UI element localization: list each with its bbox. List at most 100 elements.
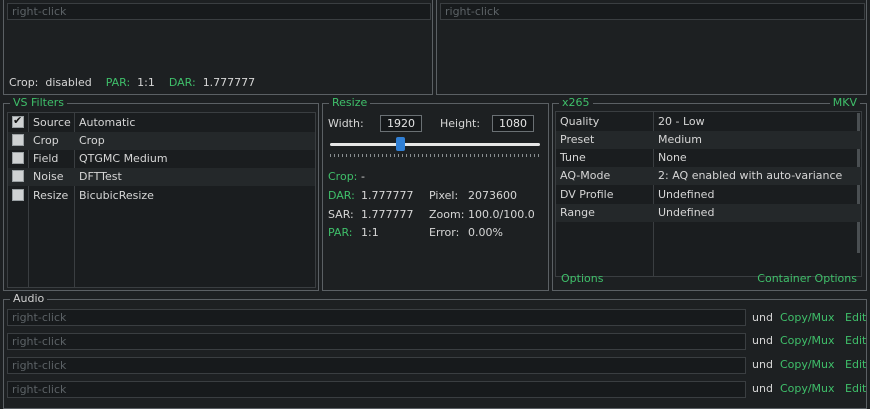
encoder-row-range[interactable]: Range Undefined: [556, 204, 861, 222]
container-title[interactable]: MKV: [829, 97, 860, 109]
error-value: 0.00%: [468, 226, 503, 239]
filter-row-field[interactable]: Field QTGMC Medium: [8, 150, 315, 168]
par-value: 1:1: [361, 226, 379, 239]
filter-row-resize[interactable]: Resize BicubicResize: [8, 187, 315, 205]
audio-file-field[interactable]: right-click: [7, 357, 746, 374]
options-link[interactable]: Options: [561, 272, 603, 285]
height-input[interactable]: 1080: [492, 115, 534, 132]
slider-ticks: [330, 154, 540, 157]
width-label: Width:: [328, 117, 364, 130]
audio-language[interactable]: und: [752, 358, 773, 371]
option-value: 2: AQ enabled with auto-variance: [658, 169, 843, 182]
encoder-row-preset[interactable]: Preset Medium: [556, 131, 861, 149]
option-key: Quality: [560, 115, 600, 128]
audio-track-controls: und Copy/Mux Edit: [752, 334, 866, 347]
audio-language[interactable]: und: [752, 334, 773, 347]
filter-row-crop[interactable]: Crop Crop: [8, 132, 315, 150]
resize-slider[interactable]: [330, 136, 540, 160]
audio-group: Audio right-click und Copy/Mux Edit righ…: [3, 293, 867, 409]
encoder-row-tune[interactable]: Tune None: [556, 149, 861, 167]
filter-name: QTGMC Medium: [79, 152, 168, 165]
vs-filters-list[interactable]: Source Automatic Crop Crop Field QTGMC M…: [7, 112, 316, 288]
audio-file-field[interactable]: right-click: [7, 333, 746, 350]
filter-checkbox-field[interactable]: [12, 152, 24, 164]
audio-edit-link[interactable]: Edit: [845, 382, 866, 395]
audio-file-field[interactable]: right-click: [7, 309, 746, 326]
filter-row-source[interactable]: Source Automatic: [8, 114, 315, 132]
encoder-options-list[interactable]: Quality 20 - Low Preset Medium Tune None…: [555, 111, 862, 277]
slider-handle[interactable]: [396, 137, 405, 151]
filter-category: Field: [33, 152, 59, 165]
par-value: 1:1: [137, 76, 155, 89]
sar-value: 1.777777: [361, 208, 414, 221]
option-key: AQ-Mode: [560, 169, 611, 182]
audio-action-link[interactable]: Copy/Mux: [780, 358, 835, 371]
filter-category: Resize: [33, 189, 69, 202]
option-value: Medium: [658, 133, 702, 146]
option-value: 20 - Low: [658, 115, 705, 128]
encoder-row-aq-mode[interactable]: AQ-Mode 2: AQ enabled with auto-variance: [556, 167, 861, 185]
encoder-group: x265 MKV Quality 20 - Low Preset Medium …: [552, 97, 867, 291]
width-input[interactable]: 1920: [380, 115, 422, 132]
audio-edit-link[interactable]: Edit: [845, 311, 866, 324]
option-key: Range: [560, 206, 595, 219]
audio-action-link[interactable]: Copy/Mux: [780, 311, 835, 324]
crop-label[interactable]: Crop:: [328, 170, 357, 183]
crop-value: disabled: [45, 76, 92, 89]
filter-checkbox-source[interactable]: [12, 114, 24, 128]
source-path-field[interactable]: right-click: [7, 3, 431, 20]
target-path-field[interactable]: right-click: [440, 3, 865, 20]
audio-edit-link[interactable]: Edit: [845, 334, 866, 347]
target-group: right-click: [436, 0, 867, 95]
filter-checkbox-crop[interactable]: [12, 134, 24, 146]
audio-language[interactable]: und: [752, 382, 773, 395]
encoder-row-dv-profile[interactable]: DV Profile Undefined: [556, 186, 861, 204]
filter-category: Noise: [33, 170, 64, 183]
filter-name: Automatic: [79, 116, 136, 129]
crop-info-line: Crop: disabled PAR: 1:1 DAR: 1.777777: [9, 76, 255, 89]
par-label[interactable]: PAR:: [328, 226, 352, 239]
resize-group: Resize Width: 1920 Height: 1080 Crop: - …: [322, 97, 549, 291]
resize-title: Resize: [329, 97, 371, 109]
option-value: None: [658, 151, 687, 164]
option-value: Undefined: [658, 188, 715, 201]
vs-filters-group: VS Filters Source Automatic Crop Crop Fi…: [3, 97, 319, 291]
pixel-label: Pixel:: [429, 189, 459, 202]
container-options-link[interactable]: Container Options: [757, 272, 857, 285]
filter-row-noise[interactable]: Noise DFTTest: [8, 168, 315, 186]
pixel-value: 2073600: [468, 189, 517, 202]
encoder-title[interactable]: x265: [559, 97, 593, 109]
filter-category: Source: [33, 116, 71, 129]
audio-action-link[interactable]: Copy/Mux: [780, 334, 835, 347]
zoom-value: 100.0/100.0: [468, 208, 535, 221]
filter-checkbox-resize[interactable]: [12, 189, 24, 201]
height-label: Height:: [440, 117, 481, 130]
par-label[interactable]: PAR:: [106, 76, 130, 89]
encoder-row-quality[interactable]: Quality 20 - Low: [556, 113, 861, 131]
dar-value: 1.777777: [202, 76, 256, 89]
crop-value: -: [361, 170, 365, 183]
audio-track-controls: und Copy/Mux Edit: [752, 382, 866, 395]
audio-file-field[interactable]: right-click: [7, 381, 746, 398]
filter-name: DFTTest: [79, 170, 122, 183]
dar-label[interactable]: DAR:: [328, 189, 355, 202]
audio-title: Audio: [10, 293, 48, 305]
sar-label: SAR:: [328, 208, 354, 221]
dar-value: 1.777777: [361, 189, 414, 202]
audio-action-link[interactable]: Copy/Mux: [780, 382, 835, 395]
filter-name: BicubicResize: [79, 189, 154, 202]
audio-track-controls: und Copy/Mux Edit: [752, 358, 866, 371]
slider-track: [330, 143, 540, 146]
filter-name: Crop: [79, 134, 105, 147]
option-key: Tune: [560, 151, 586, 164]
audio-track-controls: und Copy/Mux Edit: [752, 311, 866, 324]
vs-filters-title: VS Filters: [10, 97, 67, 109]
error-label: Error:: [429, 226, 460, 239]
audio-edit-link[interactable]: Edit: [845, 358, 866, 371]
option-value: Undefined: [658, 206, 715, 219]
audio-language[interactable]: und: [752, 311, 773, 324]
dar-label[interactable]: DAR:: [169, 76, 196, 89]
option-key: DV Profile: [560, 188, 614, 201]
filter-checkbox-noise[interactable]: [12, 170, 24, 182]
option-key: Preset: [560, 133, 595, 146]
